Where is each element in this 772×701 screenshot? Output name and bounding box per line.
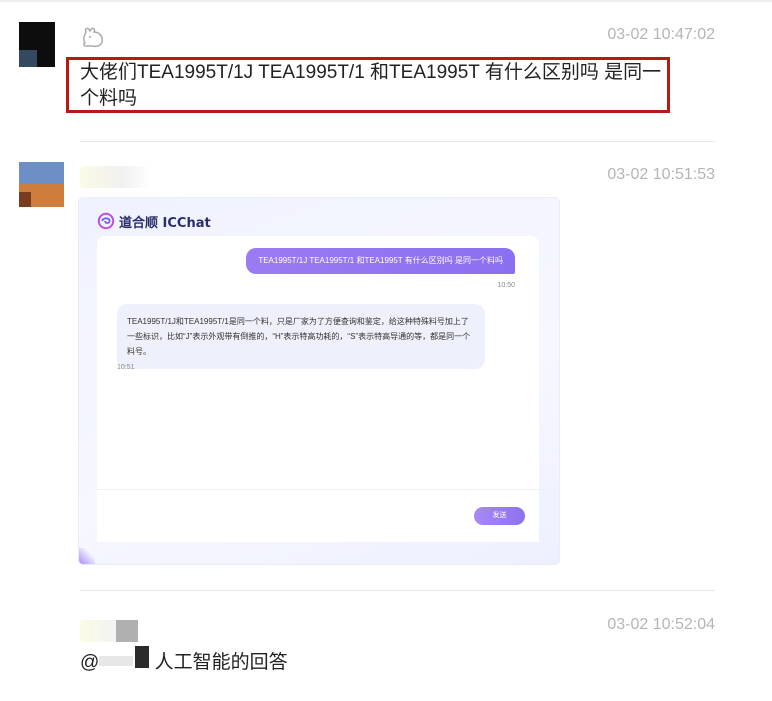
reply-text: 人工智能的回答	[154, 652, 288, 673]
message-divider	[80, 590, 715, 591]
avatar[interactable]	[19, 162, 64, 207]
message-timestamp: 03-02 10:47:02	[607, 26, 715, 43]
brand-header: 道合顺 ICChat	[97, 211, 211, 231]
rabbit-icon	[80, 26, 108, 50]
attached-screenshot[interactable]: 道合顺 ICChat TEA1995T/1J TEA1995T/1 和TEA19…	[79, 198, 559, 564]
sender-name-redaction	[116, 620, 138, 642]
user-bubble: TEA1995T/1J TEA1995T/1 和TEA1995T 有什么区别吗 …	[246, 248, 515, 274]
top-divider	[0, 0, 772, 2]
mention-at: @	[80, 652, 100, 673]
message-timestamp: 03-02 10:52:04	[607, 616, 715, 633]
user-message-time: 10:50	[497, 282, 515, 289]
avatar[interactable]	[19, 22, 64, 67]
bot-message-time: 10:51	[117, 364, 135, 371]
message-timestamp: 03-02 10:51:53	[607, 166, 715, 183]
send-button[interactable]: 发送	[474, 507, 525, 525]
brand-name: 道合顺 ICChat	[119, 215, 211, 231]
message-divider	[80, 141, 715, 142]
message-text: @ 人工智能的回答	[80, 646, 288, 676]
sender-name-blurred	[80, 166, 150, 188]
mention-redacted	[99, 646, 150, 672]
swirl-logo-icon	[97, 212, 115, 230]
chat-panel: TEA1995T/1J TEA1995T/1 和TEA1995T 有什么区别吗 …	[97, 236, 539, 542]
message-text: 大佬们TEA1995T/1J TEA1995T/1 和TEA1995T 有什么区…	[80, 62, 662, 109]
bot-bubble: TEA1995T/1J和TEA1995T/1是同一个料，只是厂家为了方便查询和鉴…	[117, 304, 485, 369]
chat-input-bar[interactable]: 发送	[97, 489, 539, 542]
